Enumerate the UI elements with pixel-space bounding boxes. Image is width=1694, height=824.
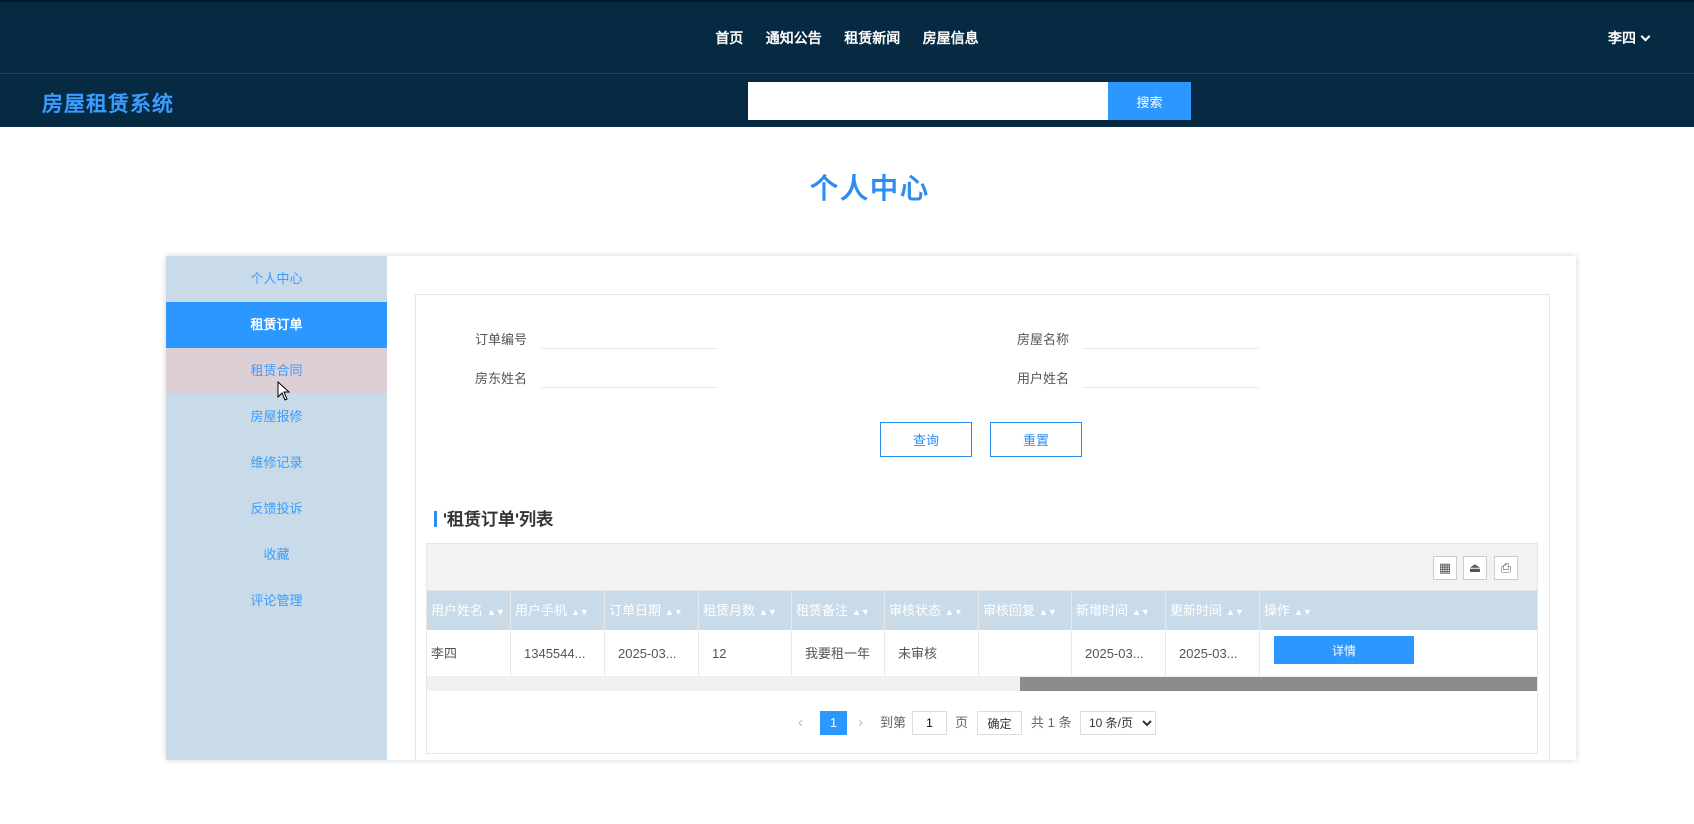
cell-created-time: 2025-03... xyxy=(1072,630,1166,677)
site-logo[interactable]: 房屋租赁系统 xyxy=(42,88,174,118)
next-page-icon[interactable]: › xyxy=(858,711,863,735)
list-title-text: '租赁订单'列表 xyxy=(443,510,554,529)
total-count: 共 1 条 xyxy=(1031,715,1072,730)
col-order-date[interactable]: 订单日期 ▲▼ xyxy=(605,591,699,630)
mouse-cursor-icon xyxy=(277,381,291,401)
cell-user-phone: 1345544... xyxy=(511,630,605,677)
sidebar-item-repair-records[interactable]: 维修记录 xyxy=(166,440,387,486)
sort-icon: ▲▼ xyxy=(571,607,589,617)
detail-button[interactable]: 详情 xyxy=(1274,636,1414,664)
sidebar-item-feedback[interactable]: 反馈投诉 xyxy=(166,486,387,532)
sort-icon: ▲▼ xyxy=(487,607,505,617)
search-input[interactable] xyxy=(748,82,1108,120)
table-toolbar: ▦ ⏏ ⎙ xyxy=(427,544,1537,591)
sort-icon: ▲▼ xyxy=(945,607,963,617)
reset-button[interactable]: 重置 xyxy=(990,422,1082,457)
sidebar-item-favorites[interactable]: 收藏 xyxy=(166,532,387,578)
col-created-time[interactable]: 新增时间 ▲▼ xyxy=(1072,591,1166,630)
scrollbar-thumb[interactable] xyxy=(1020,677,1537,691)
col-review-reply[interactable]: 审核回复 ▲▼ xyxy=(979,591,1072,630)
col-review-status[interactable]: 审核状态 ▲▼ xyxy=(885,591,979,630)
header-bar: 房屋租赁系统 搜索 xyxy=(0,73,1694,127)
user-menu[interactable]: 李四 xyxy=(1608,28,1651,48)
goto-suffix: 页 xyxy=(955,715,969,730)
cell-lease-remark: 我要租一年 xyxy=(792,630,885,677)
col-user-phone[interactable]: 用户手机 ▲▼ xyxy=(511,591,605,630)
export-icon[interactable]: ⏏ xyxy=(1463,556,1487,580)
sidebar-item-orders[interactable]: 租赁订单 xyxy=(166,302,387,348)
goto-page-input[interactable] xyxy=(912,711,947,735)
cell-review-status: 未审核 xyxy=(885,630,979,677)
horizontal-scrollbar[interactable] xyxy=(427,677,1537,691)
page-size-select[interactable]: 10 条/页 xyxy=(1080,711,1156,735)
sort-icon: ▲▼ xyxy=(1132,607,1150,617)
nav-home[interactable]: 首页 xyxy=(715,28,743,48)
print-icon[interactable]: ⎙ xyxy=(1494,556,1518,580)
col-user-name[interactable]: 用户姓名 ▲▼ xyxy=(427,591,511,630)
chevron-down-icon xyxy=(1640,31,1651,42)
sort-icon: ▲▼ xyxy=(759,607,777,617)
list-title: '租赁订单'列表 xyxy=(434,505,553,530)
search-button[interactable]: 搜索 xyxy=(1108,82,1191,120)
cell-actions: 详情 xyxy=(1260,630,1537,677)
cell-updated-time: 2025-03... xyxy=(1166,630,1260,677)
sidebar-item-comments[interactable]: 评论管理 xyxy=(166,578,387,624)
col-actions[interactable]: 操作 ▲▼ xyxy=(1260,591,1537,630)
col-lease-remark[interactable]: 租赁备注 ▲▼ xyxy=(792,591,885,630)
nav-notices[interactable]: 通知公告 xyxy=(766,28,822,48)
pagination: ‹ 1 › 到第 页 确定 共 1 条 10 条/页 xyxy=(427,692,1537,752)
goto-prefix: 到第 xyxy=(880,715,907,730)
sort-icon: ▲▼ xyxy=(1039,607,1057,617)
nav-houses[interactable]: 房屋信息 xyxy=(923,28,979,48)
landlord-name-input[interactable] xyxy=(541,362,717,388)
content-panel: 订单编号 房屋名称 房东姓名 用户姓名 查询 重置 '租赁订单'列表 ▦ ⏏ ⎙… xyxy=(415,294,1550,760)
house-name-label: 房屋名称 xyxy=(1017,332,1070,347)
sidebar-item-profile[interactable]: 个人中心 xyxy=(166,256,387,302)
sort-icon: ▲▼ xyxy=(665,607,683,617)
table-header: 用户姓名 ▲▼ 用户手机 ▲▼ 订单日期 ▲▼ 租赁月数 ▲▼ 租赁备注 ▲▼ 审核状态 ▲… xyxy=(427,591,1537,630)
page-1[interactable]: 1 xyxy=(820,711,847,735)
query-button[interactable]: 查询 xyxy=(880,422,972,457)
goto-confirm-button[interactable]: 确定 xyxy=(977,711,1022,735)
sort-icon: ▲▼ xyxy=(852,607,870,617)
orders-table: ▦ ⏏ ⎙ 用户姓名 ▲▼ 用户手机 ▲▼ 订单日期 ▲▼ 租赁月数 ▲▼ 租赁备注 ▲▼… xyxy=(426,543,1538,754)
order-no-label: 订单编号 xyxy=(475,332,528,347)
house-name-input[interactable] xyxy=(1083,323,1259,349)
user-name-input[interactable] xyxy=(1083,362,1259,388)
sort-icon: ▲▼ xyxy=(1294,607,1312,617)
main-card: 个人中心 租赁订单 租赁合同 房屋报修 维修记录 反馈投诉 收藏 评论管理 订单… xyxy=(166,256,1576,760)
cell-lease-months: 12 xyxy=(699,630,792,677)
cell-order-date: 2025-03... xyxy=(605,630,699,677)
sort-icon: ▲▼ xyxy=(1226,607,1244,617)
columns-icon[interactable]: ▦ xyxy=(1433,556,1457,580)
col-lease-months[interactable]: 租赁月数 ▲▼ xyxy=(699,591,792,630)
nav-news[interactable]: 租赁新闻 xyxy=(844,28,900,48)
title-bar-accent xyxy=(434,511,437,527)
table-row: 李四 1345544... 2025-03... 12 我要租一年 未审核 20… xyxy=(427,630,1537,677)
user-name: 李四 xyxy=(1608,30,1636,46)
cell-user-name: 李四 xyxy=(427,630,511,677)
user-name-label: 用户姓名 xyxy=(1017,371,1070,386)
landlord-name-label: 房东姓名 xyxy=(475,371,528,386)
cell-review-reply xyxy=(979,630,1072,677)
sidebar: 个人中心 租赁订单 租赁合同 房屋报修 维修记录 反馈投诉 收藏 评论管理 xyxy=(166,256,387,760)
order-no-input[interactable] xyxy=(541,323,717,349)
top-navbar: 首页 通知公告 租赁新闻 房屋信息 李四 xyxy=(0,0,1694,73)
main-nav: 首页 通知公告 租赁新闻 房屋信息 xyxy=(0,28,1694,48)
page-title: 个人中心 xyxy=(809,173,930,204)
col-updated-time[interactable]: 更新时间 ▲▼ xyxy=(1166,591,1260,630)
prev-page-icon[interactable]: ‹ xyxy=(798,711,803,735)
